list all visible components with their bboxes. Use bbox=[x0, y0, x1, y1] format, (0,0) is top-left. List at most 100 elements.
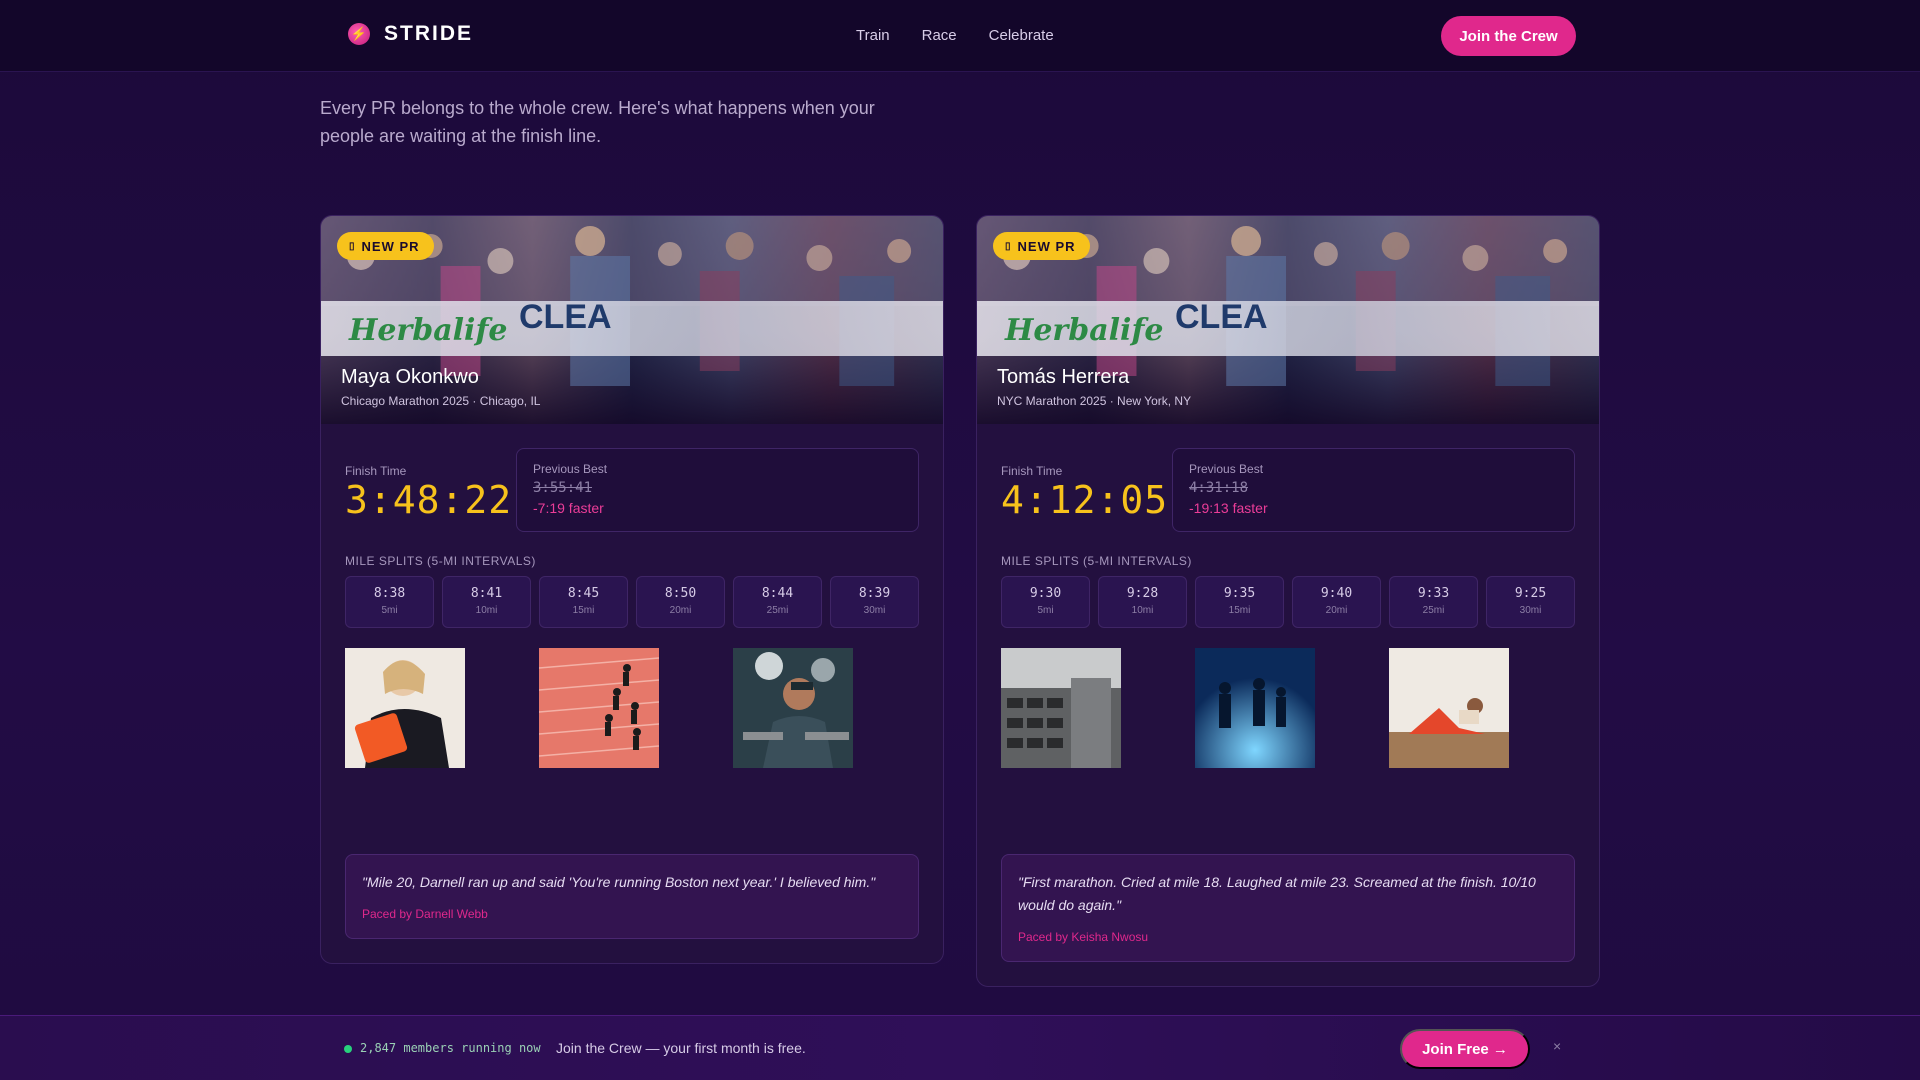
split-mile: 15mi bbox=[572, 605, 595, 616]
previous-best-label: Previous Best bbox=[1189, 462, 1264, 476]
split-time: 9:40 bbox=[1320, 586, 1353, 601]
nav-links: Train Race Celebrate bbox=[856, 27, 1086, 44]
brand-logo[interactable]: ⚡ STRIDE bbox=[348, 22, 473, 46]
split-mile: 25mi bbox=[766, 605, 789, 616]
stride-logo-icon: ⚡ bbox=[348, 23, 370, 45]
sponsor-logo-text-2: CLEA bbox=[519, 298, 612, 336]
join-free-button[interactable]: Join Free → bbox=[1400, 1029, 1530, 1069]
photo-night-runners[interactable] bbox=[1195, 648, 1315, 768]
previous-best-time: 4:31:18 bbox=[1189, 480, 1249, 496]
split-time: 9:30 bbox=[1029, 586, 1062, 601]
live-status-icon bbox=[344, 1045, 352, 1053]
split-chip: 9:40 20mi bbox=[1292, 576, 1381, 628]
quote-text: "Mile 20, Darnell ran up and said 'You'r… bbox=[362, 874, 876, 890]
previous-best-time: 3:55:41 bbox=[533, 480, 593, 496]
split-time: 8:44 bbox=[761, 586, 794, 601]
split-chip: 8:45 15mi bbox=[539, 576, 628, 628]
split-chip: 8:41 10mi bbox=[442, 576, 531, 628]
finish-time: 3:48:22 bbox=[345, 478, 513, 522]
splits-label: MILE SPLITS (5-MI INTERVALS) bbox=[1001, 554, 1192, 568]
split-mile: 30mi bbox=[1519, 605, 1542, 616]
split-mile: 10mi bbox=[475, 605, 498, 616]
split-chip: 8:44 25mi bbox=[733, 576, 822, 628]
new-pr-badge: ▯ NEW PR bbox=[993, 232, 1090, 260]
photo-gym-man[interactable] bbox=[733, 648, 853, 768]
runner-name: Tomás Herrera bbox=[997, 366, 1130, 388]
signup-message: Join the Crew — your first month is free… bbox=[556, 1040, 806, 1056]
split-mile: 20mi bbox=[1325, 605, 1348, 616]
split-mile: 25mi bbox=[1422, 605, 1445, 616]
split-time: 8:45 bbox=[567, 586, 600, 601]
split-chip: 9:30 5mi bbox=[1001, 576, 1090, 628]
split-mile: 10mi bbox=[1131, 605, 1154, 616]
split-time: 9:25 bbox=[1514, 586, 1547, 601]
split-time: 9:28 bbox=[1126, 586, 1159, 601]
split-chip: 8:50 20mi bbox=[636, 576, 725, 628]
quote-text: "First marathon. Cried at mile 18. Laugh… bbox=[1018, 874, 1536, 913]
badge-label: NEW PR bbox=[361, 238, 420, 254]
previous-best-box: Previous Best 3:55:41 -7:19 faster bbox=[516, 448, 919, 532]
previous-best-box: Previous Best 4:31:18 -19:13 faster bbox=[1172, 448, 1575, 532]
improvement-text: -19:13 faster bbox=[1189, 500, 1268, 516]
split-time: 9:35 bbox=[1223, 586, 1256, 601]
quote-box: "First marathon. Cried at mile 18. Laugh… bbox=[1001, 854, 1575, 962]
split-mile: 5mi bbox=[381, 605, 398, 616]
trophy-icon: ▯ bbox=[1005, 240, 1012, 252]
finish-time-label: Finish Time bbox=[345, 464, 407, 478]
pr-card: Herbalife CLEA ▯ NEW PR Tomás Herrera NY… bbox=[976, 215, 1600, 987]
close-icon[interactable]: × bbox=[1553, 1038, 1561, 1054]
nav-link-race[interactable]: Race bbox=[922, 27, 957, 44]
race-hero-image: Herbalife CLEA ▯ NEW PR Tomás Herrera NY… bbox=[977, 216, 1599, 424]
split-chip: 9:28 10mi bbox=[1098, 576, 1187, 628]
split-time: 8:41 bbox=[470, 586, 503, 601]
sponsor-logo-text-2: CLEA bbox=[1175, 298, 1268, 336]
previous-best-label: Previous Best bbox=[533, 462, 608, 476]
trophy-icon: ▯ bbox=[349, 240, 356, 252]
splits-row: 9:30 5mi 9:28 10mi 9:35 15mi 9:40 20mi 9:33 2… bbox=[1001, 576, 1575, 628]
split-time: 9:33 bbox=[1417, 586, 1450, 601]
finish-time-label: Finish Time bbox=[1001, 464, 1063, 478]
badge-label: NEW PR bbox=[1017, 238, 1076, 254]
split-mile: 30mi bbox=[863, 605, 886, 616]
nav-link-train[interactable]: Train bbox=[856, 27, 890, 44]
finish-time: 4:12:05 bbox=[1001, 478, 1169, 522]
race-info: Chicago Marathon 2025 · Chicago, IL bbox=[341, 394, 541, 408]
join-crew-button[interactable]: Join the Crew bbox=[1441, 16, 1576, 56]
split-chip: 9:33 25mi bbox=[1389, 576, 1478, 628]
split-mile: 5mi bbox=[1037, 605, 1054, 616]
photo-track-runners[interactable] bbox=[539, 648, 659, 768]
quote-box: "Mile 20, Darnell ran up and said 'You'r… bbox=[345, 854, 919, 939]
split-chip: 8:38 5mi bbox=[345, 576, 434, 628]
intro-text: Every PR belongs to the whole crew. Here… bbox=[320, 98, 875, 146]
paced-by[interactable]: Paced by Darnell Webb bbox=[362, 907, 488, 921]
split-time: 8:50 bbox=[664, 586, 697, 601]
signup-bar: 2,847 members running now Join the Crew … bbox=[0, 1015, 1920, 1080]
race-info: NYC Marathon 2025 · New York, NY bbox=[997, 394, 1192, 408]
split-mile: 20mi bbox=[669, 605, 692, 616]
brand-name: STRIDE bbox=[384, 22, 474, 45]
split-time: 8:38 bbox=[373, 586, 406, 601]
sponsor-logo-text: Herbalife bbox=[1005, 313, 1164, 348]
nav-link-celebrate[interactable]: Celebrate bbox=[989, 27, 1054, 44]
splits-label: MILE SPLITS (5-MI INTERVALS) bbox=[345, 554, 536, 568]
photo-woman-with-mat[interactable] bbox=[345, 648, 465, 768]
new-pr-badge: ▯ NEW PR bbox=[337, 232, 434, 260]
split-chip: 9:25 30mi bbox=[1486, 576, 1575, 628]
paced-by[interactable]: Paced by Keisha Nwosu bbox=[1018, 930, 1148, 944]
live-members-count: 2,847 members running now bbox=[360, 1041, 541, 1055]
pr-card: Herbalife CLEA ▯ NEW PR Maya Okonkwo Chi… bbox=[320, 215, 944, 964]
photo-gallery bbox=[1001, 648, 1575, 768]
race-hero-image: Herbalife CLEA ▯ NEW PR Maya Okonkwo Chi… bbox=[321, 216, 943, 424]
split-chip: 8:39 30mi bbox=[830, 576, 919, 628]
split-time: 8:39 bbox=[858, 586, 891, 601]
photo-dumbbell-rack[interactable] bbox=[1001, 648, 1121, 768]
split-mile: 15mi bbox=[1228, 605, 1251, 616]
split-chip: 9:35 15mi bbox=[1195, 576, 1284, 628]
sponsor-logo-text: Herbalife bbox=[349, 313, 508, 348]
photo-gallery bbox=[345, 648, 919, 768]
improvement-text: -7:19 faster bbox=[533, 500, 604, 516]
top-nav: ⚡ STRIDE Train Race Celebrate Join the C… bbox=[0, 0, 1920, 72]
photo-situps[interactable] bbox=[1389, 648, 1509, 768]
splits-row: 8:38 5mi 8:41 10mi 8:45 15mi 8:50 20mi 8:44 2… bbox=[345, 576, 919, 628]
runner-name: Maya Okonkwo bbox=[341, 366, 479, 388]
